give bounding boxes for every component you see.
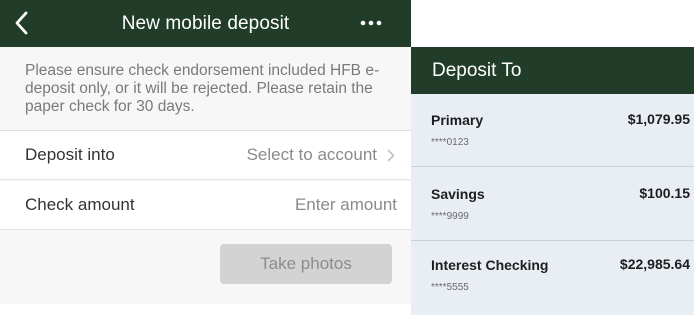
deposit-into-label: Deposit into xyxy=(25,145,115,164)
account-row-primary[interactable]: Primary ****0123 $1,079.95 xyxy=(411,94,694,167)
account-balance: $100.15 xyxy=(639,185,690,201)
ellipsis-icon xyxy=(360,20,382,26)
deposit-into-row[interactable]: Deposit into Select to account xyxy=(0,131,411,180)
account-number: ****5555 xyxy=(431,282,469,293)
deposit-form-panel: New mobile deposit Please ensure check e… xyxy=(0,0,411,304)
account-number: ****9999 xyxy=(431,211,469,222)
check-amount-row[interactable]: Check amount Enter amount xyxy=(0,181,411,230)
chevron-right-icon xyxy=(387,148,397,162)
deposit-to-panel: Deposit To Primary ****0123 $1,079.95 Sa… xyxy=(411,47,694,315)
deposit-to-header: Deposit To xyxy=(411,47,694,94)
account-number: ****0123 xyxy=(431,137,469,148)
take-photos-button[interactable]: Take photos xyxy=(220,244,392,284)
more-button[interactable] xyxy=(351,6,391,40)
account-name: Savings xyxy=(431,186,485,202)
check-amount-input[interactable]: Enter amount xyxy=(295,195,397,215)
deposit-into-value: Select to account xyxy=(246,145,377,164)
account-name: Interest Checking xyxy=(431,257,549,273)
account-balance: $1,079.95 xyxy=(627,111,690,127)
page-title: New mobile deposit xyxy=(121,12,290,34)
account-name: Primary xyxy=(431,112,484,128)
account-row-savings[interactable]: Savings ****9999 $100.15 xyxy=(411,168,694,241)
account-balance: $22,985.64 xyxy=(619,256,690,272)
check-amount-label: Check amount xyxy=(25,195,135,214)
nav-bar: New mobile deposit xyxy=(0,0,411,47)
chevron-left-icon xyxy=(15,11,28,35)
back-button[interactable] xyxy=(6,6,36,40)
endorsement-notice: Please ensure check endorsement included… xyxy=(0,47,411,131)
account-row-interest-checking[interactable]: Interest Checking ****5555 $22,985.64 xyxy=(411,242,694,315)
